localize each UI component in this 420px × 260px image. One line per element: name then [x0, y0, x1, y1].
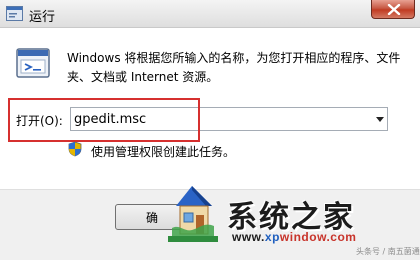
shield-icon: [68, 141, 82, 157]
open-combobox[interactable]: [70, 107, 388, 131]
run-program-icon: [16, 48, 50, 78]
open-input[interactable]: [71, 108, 367, 130]
dialog-description: Windows 将根据您所输入的名称，为您打开相应的程序、文件夹、文档或 Int…: [67, 51, 401, 84]
window-title: 运行: [29, 10, 56, 25]
watermark-url: www.xpwindow.com: [232, 230, 357, 244]
close-icon: [387, 4, 401, 15]
title-bar[interactable]: 运行: [0, 0, 420, 28]
watermark-credit: 头条号 / 南五菌通: [356, 247, 420, 256]
open-label: 打开(O):: [16, 114, 63, 128]
watermark-house-icon: [168, 186, 218, 242]
dropdown-arrow-icon[interactable]: [374, 113, 386, 125]
admin-note: 使用管理权限创建此任务。: [91, 145, 236, 159]
close-button[interactable]: [371, 0, 415, 19]
run-icon: [6, 6, 23, 21]
run-dialog: 运行 Windows 将根据您所输入的名称，为您打开相应的程序、文件夹、文档或 …: [0, 0, 420, 260]
